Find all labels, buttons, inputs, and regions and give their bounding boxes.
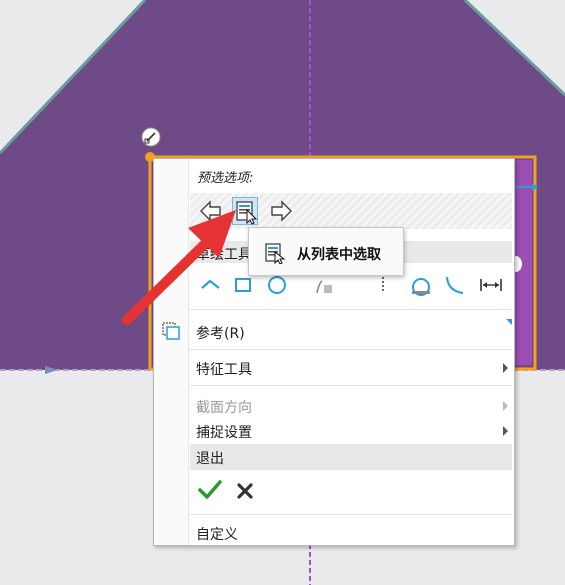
cancel-button[interactable] [233, 478, 259, 502]
menu-item-exit[interactable]: 退出 [190, 444, 512, 470]
ok-button[interactable] [197, 478, 223, 502]
corner-arc-tool[interactable] [442, 271, 468, 299]
arrow-left-icon [200, 200, 221, 222]
sketch-tools-label: 草绘工具 [196, 247, 252, 263]
menu-separator [190, 309, 512, 310]
line-chain-tool[interactable] [198, 271, 224, 299]
menu-item-feature-tools-label: 特征工具 [196, 362, 252, 378]
previous-button[interactable] [198, 197, 224, 225]
fillet-icon [412, 278, 430, 296]
preselection-options-title: 预选选项: [197, 171, 254, 186]
dimension-tool[interactable] [478, 271, 504, 299]
pick-from-list-tooltip: 从列表中选取 [248, 227, 404, 276]
preselection-toolbar [190, 193, 512, 229]
fillet-tool[interactable] [408, 271, 434, 299]
menu-item-customize[interactable]: 自定义 [190, 520, 512, 546]
pick-from-list-button[interactable] [232, 197, 258, 225]
menu-separator [190, 514, 512, 515]
corner-arc-icon [446, 276, 464, 294]
dimension-icon [480, 279, 502, 291]
cross-icon [237, 483, 253, 499]
menu-item-section-orientation-label: 截面方向 [196, 400, 252, 416]
menu-item-snap-settings-label: 捕捉设置 [196, 425, 252, 441]
next-button[interactable] [268, 197, 294, 225]
menu-item-snap-settings[interactable]: 捕捉设置 [190, 418, 512, 444]
arrow-right-icon [271, 200, 292, 222]
menu-separator [190, 349, 512, 350]
pick-from-list-icon [236, 201, 258, 225]
corner-indicator [506, 319, 512, 325]
submenu-arrow-icon [503, 401, 508, 411]
submenu-arrow-icon [503, 426, 508, 436]
menu-item-feature-tools[interactable]: 特征工具 [190, 355, 512, 381]
pick-from-list-icon [265, 243, 286, 264]
constraint-badge-icon[interactable] [141, 127, 161, 147]
menu-item-reference[interactable]: 参考(R) [190, 319, 512, 345]
menu-item-section-orientation: 截面方向 [190, 393, 512, 419]
menu-item-exit-label: 退出 [196, 451, 224, 467]
menu-separator [190, 385, 512, 386]
reference-icon [162, 322, 180, 340]
submenu-arrow-icon [503, 363, 508, 373]
tooltip-label: 从列表中选取 [297, 247, 381, 263]
menu-item-customize-label: 自定义 [196, 527, 238, 543]
checkmark-icon [198, 480, 222, 499]
menu-icon-gutter [154, 159, 189, 545]
line-chain-icon [201, 279, 220, 289]
menu-item-reference-label: 参考(R) [196, 326, 245, 342]
